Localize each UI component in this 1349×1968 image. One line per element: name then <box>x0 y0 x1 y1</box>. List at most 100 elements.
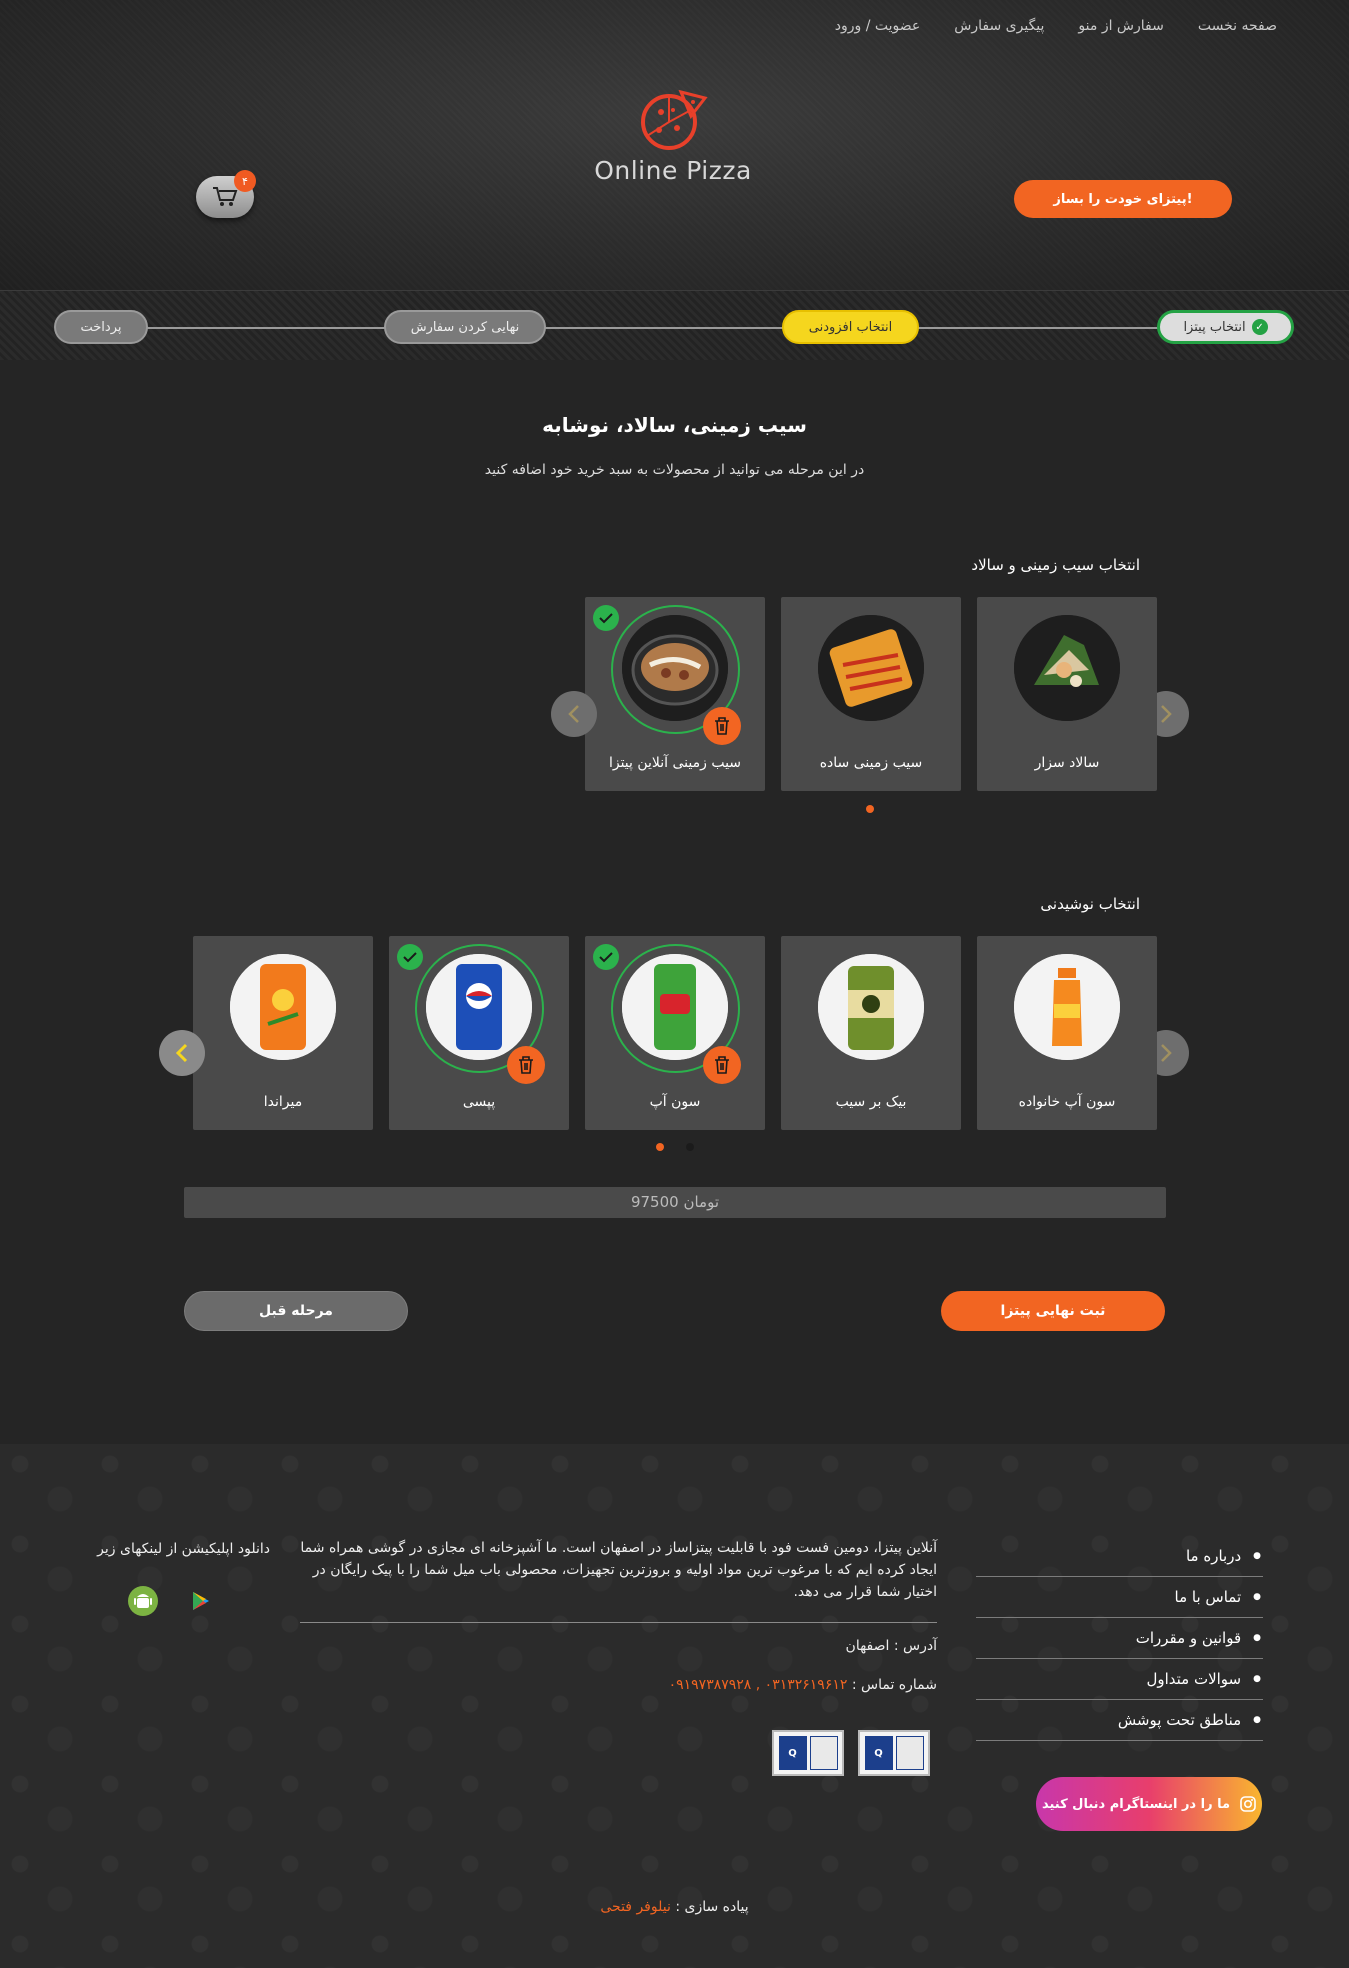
instagram-icon <box>1240 1796 1256 1812</box>
footer-link-terms[interactable]: ● قوانین و مقررات <box>976 1618 1263 1659</box>
drinks-prev-arrow[interactable] <box>159 1030 205 1076</box>
chevron-left-icon <box>568 705 579 723</box>
footer-about-text: آنلاین پیتزا، دومین فست فود با قابلیت پی… <box>300 1540 937 1600</box>
footer-links: ● درباره ما ● تماس با ما ● قوانین و مقررات … <box>976 1536 1263 1741</box>
pepsi-can-image <box>426 954 532 1060</box>
submit-pizza-button[interactable]: ثبت نهایی پیتزا <box>941 1291 1165 1331</box>
nav-menu-order[interactable]: سفارش از منو <box>1078 18 1163 34</box>
link-label: درباره ما <box>1185 1547 1242 1565</box>
product-name: پپسی <box>462 1094 496 1110</box>
remove-button[interactable] <box>703 1046 741 1084</box>
product-name: سیب زمینی ساده <box>819 755 923 771</box>
page-title: سیب زمینی، سالاد، نوشابه <box>542 413 807 437</box>
footer-divider <box>300 1622 937 1623</box>
cart-icon <box>213 187 238 206</box>
credit-author-link[interactable]: نیلوفر فتحی <box>600 1899 670 1915</box>
android-icon[interactable] <box>128 1586 158 1616</box>
drinks-section-title: انتخاب نوشیدنی <box>1040 895 1140 913</box>
order-stepper: انتخاب پیتزا ✓ انتخاب افزودنی نهایی کردن… <box>0 290 1349 360</box>
remove-button[interactable] <box>703 707 741 745</box>
check-icon: ✓ <box>1251 319 1268 335</box>
product-card-7up[interactable]: سون آپ <box>585 936 765 1130</box>
step-label: انتخاب پیتزا <box>1183 319 1246 335</box>
product-name: سون آپ <box>649 1094 701 1110</box>
selected-check-icon <box>593 944 619 970</box>
footer-link-contact[interactable]: ● تماس با ما <box>976 1577 1263 1618</box>
trust-badge-logo-icon: Q <box>864 1736 893 1770</box>
trust-badge-seal-icon <box>895 1736 924 1770</box>
stepper-line <box>100 327 1249 329</box>
online-pizza-fries-image <box>622 615 728 721</box>
phone-numbers[interactable]: ۰۳۱۳۲۶۱۹۶۱۲ , ۰۹۱۹۷۳۸۷۹۲۸ <box>669 1677 848 1693</box>
step-payment[interactable]: پرداخت <box>54 310 148 344</box>
product-card-beer[interactable]: بیک بر سیب <box>781 936 961 1130</box>
credit-label: پیاده سازی : <box>675 1899 749 1915</box>
product-card-online-pizza-fries[interactable]: سیب زمینی آنلاین پیتزا <box>585 597 765 791</box>
top-nav: صفحه نخست سفارش از منو پیگیری سفارش عضوی… <box>835 18 1277 34</box>
nav-track-order[interactable]: پیگیری سفارش <box>954 18 1044 34</box>
product-card-plain-fries[interactable]: سیب زمینی ساده <box>781 597 961 791</box>
instagram-button[interactable]: ما را در اینستاگرام دنبال کنید <box>1036 1777 1262 1831</box>
selected-check-icon <box>593 605 619 631</box>
trash-icon <box>715 1056 729 1074</box>
trash-icon <box>519 1056 533 1074</box>
nav-home[interactable]: صفحه نخست <box>1198 18 1277 34</box>
trust-badge-logo-icon: Q <box>778 1736 807 1770</box>
trust-badge[interactable]: Q <box>858 1730 930 1776</box>
product-name: سیب زمینی آنلاین پیتزا <box>608 755 742 771</box>
app-links <box>128 1586 220 1616</box>
footer-credit: پیاده سازی : نیلوفر فتحی <box>0 1899 1349 1915</box>
7up-family-image <box>1014 954 1120 1060</box>
link-label: مناطق تحت پوشش <box>1117 1711 1242 1729</box>
sides-prev-arrow[interactable] <box>551 691 597 737</box>
link-label: قوانین و مقررات <box>1135 1629 1242 1647</box>
product-card-mirinda[interactable]: میراندا <box>193 936 373 1130</box>
chevron-left-icon <box>175 1043 188 1063</box>
trash-icon <box>715 717 729 735</box>
logo-text: Online Pizza <box>594 156 752 185</box>
product-name: سون آپ خانواده <box>1018 1094 1116 1110</box>
order-total: 97500 تومان <box>184 1187 1166 1218</box>
app-download-title: دانلود اپلیکیشن از لینکهای زیر <box>97 1541 270 1557</box>
trust-badge[interactable]: Q <box>772 1730 844 1776</box>
chevron-right-icon <box>1161 705 1172 723</box>
mirinda-can-image <box>230 954 336 1060</box>
footer-link-faq[interactable]: ● سوالات متداول <box>976 1659 1263 1700</box>
sides-section-title: انتخاب سیب زمینی و سالاد <box>971 556 1140 574</box>
selected-check-icon <box>397 944 423 970</box>
link-label: سوالات متداول <box>1146 1670 1242 1688</box>
product-name: سالاد سزار <box>1034 755 1100 771</box>
phone-label: شماره تماس : <box>851 1677 937 1693</box>
sides-pager-dot[interactable] <box>866 805 874 813</box>
footer-link-about[interactable]: ● درباره ما <box>976 1536 1263 1577</box>
step-choose-pizza[interactable]: انتخاب پیتزا ✓ <box>1157 310 1294 344</box>
chevron-right-icon <box>1161 1044 1172 1062</box>
page-subtitle: در این مرحله می توانید از محصولات به سبد… <box>484 462 865 478</box>
previous-step-button[interactable]: مرحله قبل <box>184 1291 408 1331</box>
product-card-caesar-salad[interactable]: سالاد سزار <box>977 597 1157 791</box>
trust-badge-seal-icon <box>809 1736 838 1770</box>
cart-count-badge: ۴ <box>234 170 256 192</box>
cart-button[interactable]: ۴ <box>196 170 256 218</box>
drinks-pager-dot-active[interactable] <box>656 1143 664 1151</box>
link-label: تماس با ما <box>1174 1588 1242 1606</box>
nav-login[interactable]: عضویت / ورود <box>835 18 921 34</box>
product-name: میراندا <box>263 1094 303 1110</box>
logo[interactable]: Online Pizza <box>588 84 758 185</box>
plain-fries-image <box>818 615 924 721</box>
remove-button[interactable] <box>507 1046 545 1084</box>
step-finalize-order[interactable]: نهایی کردن سفارش <box>384 310 546 344</box>
product-name: بیک بر سیب <box>835 1094 907 1110</box>
footer-address: آدرس : اصفهان <box>845 1638 937 1654</box>
7up-can-image <box>622 954 728 1060</box>
drinks-pager-dot[interactable] <box>686 1143 694 1151</box>
header: صفحه نخست سفارش از منو پیگیری سفارش عضوی… <box>0 0 1349 290</box>
build-pizza-button[interactable]: پیتزای خودت را بساز! <box>1014 180 1232 218</box>
beer-can-image <box>818 954 924 1060</box>
step-choose-extras[interactable]: انتخاب افزودنی <box>782 310 919 344</box>
footer-link-coverage[interactable]: ● مناطق تحت پوشش <box>976 1700 1263 1741</box>
product-card-7up-family[interactable]: سون آپ خانواده <box>977 936 1157 1130</box>
instagram-label: ما را در اینستاگرام دنبال کنید <box>1041 1796 1231 1812</box>
google-play-icon[interactable] <box>190 1590 212 1612</box>
product-card-pepsi[interactable]: پپسی <box>389 936 569 1130</box>
